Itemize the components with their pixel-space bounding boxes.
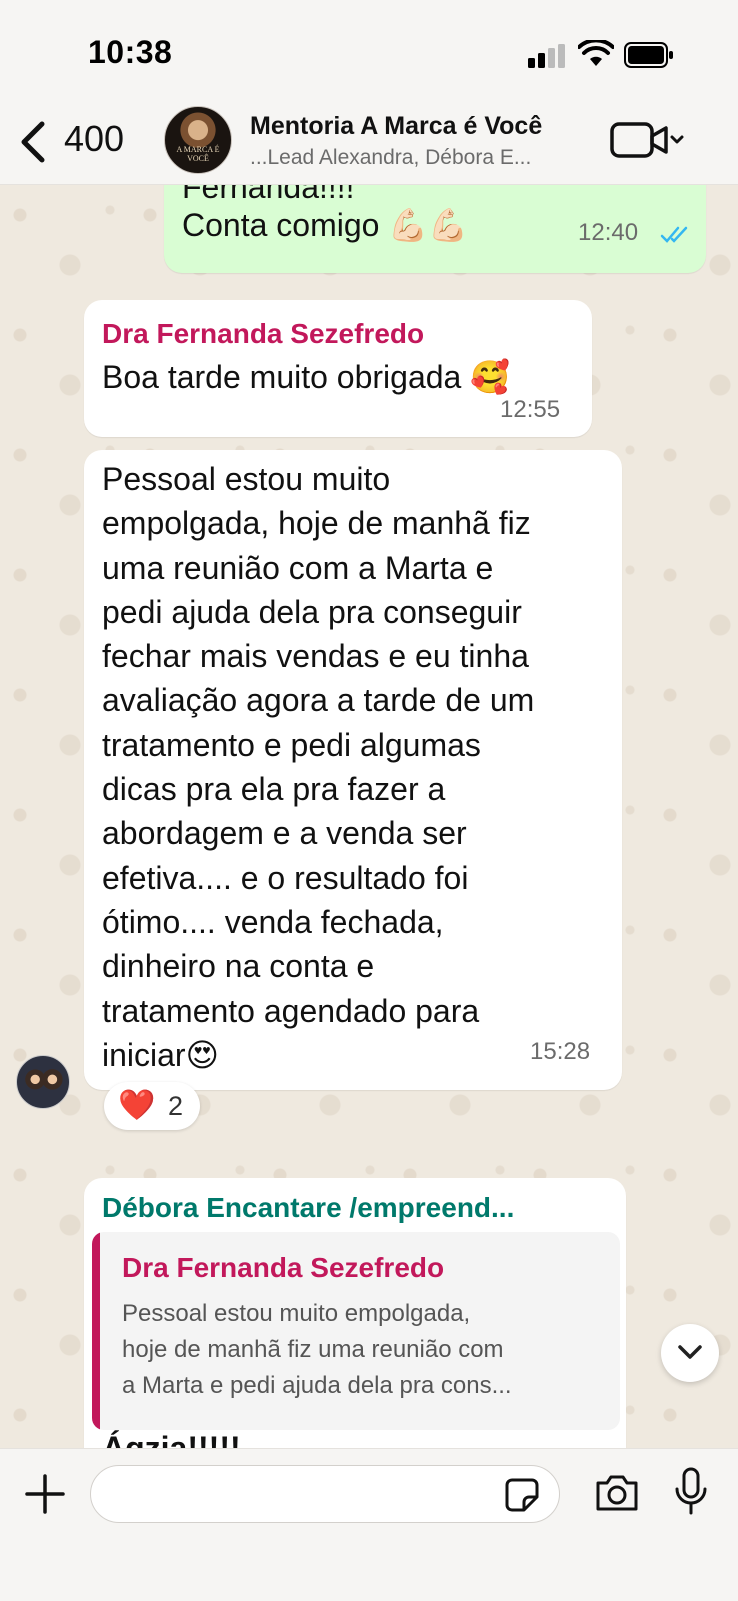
message-text-line: Pessoal estou muito [102,461,391,497]
quoted-text: Pessoal estou muito empolgada, hoje de m… [122,1296,602,1404]
quote-accent-bar [92,1232,100,1430]
chat-header: 400 A MARCA É VOCÊ Mentoria A Marca é Vo… [0,100,738,185]
quoted-text-line: Pessoal estou muito empolgada, [122,1300,471,1327]
group-title[interactable]: Mentoria A Marca é Você [250,112,542,141]
incoming-message[interactable]: Dra Fernanda Sezefredo Boa tarde muito o… [84,300,592,437]
quoted-sender: Dra Fernanda Sezefredo [122,1252,445,1283]
message-text-line: ótimo.... venda fechada, [102,903,444,940]
scroll-to-bottom-button[interactable] [661,1324,719,1382]
microphone-icon[interactable] [672,1467,710,1517]
incoming-message[interactable]: Débora Encantare /empreend... Dra Fernan… [84,1178,626,1448]
reaction-count: 2 [168,1091,184,1121]
outgoing-message[interactable]: Fernanda!!!! Conta comigo 💪🏻💪🏻 12:40 [164,185,706,273]
incoming-message[interactable]: Pessoal estou muito empolgada, hoje de m… [84,450,622,1090]
sender-avatar[interactable] [16,1055,70,1109]
message-time: 15:28 [530,1038,591,1065]
message-text-line: uma reunião com a Marta e [102,549,494,586]
plus-icon[interactable] [24,1473,66,1515]
battery-icon [624,42,673,68]
chevron-down-icon [678,1345,702,1359]
chevron-left-icon[interactable] [14,118,54,166]
quoted-text-line: hoje de manhã fiz uma reunião com [122,1336,504,1363]
group-avatar[interactable]: A MARCA É VOCÊ [164,106,232,174]
chat-messages-area[interactable]: Fernanda!!!! Conta comigo 💪🏻💪🏻 12:40 Dra… [0,185,738,1448]
status-time: 10:38 [88,34,173,70]
message-text-line: avaliação agora a tarde de um [102,682,535,719]
message-time: 12:40 [578,219,639,246]
message-text: Boa tarde muito obrigada 🥰 [102,359,511,395]
read-receipt-icon [660,226,688,243]
status-bar: 10:38 [0,0,738,100]
wifi-icon [578,40,614,66]
group-avatar-text: A MARCA É VOCÊ [176,145,220,163]
message-input[interactable] [90,1465,560,1523]
message-text-line: pedi ajuda dela pra conseguir [102,593,522,630]
message-sender[interactable]: Débora Encantare /empreend... [102,1192,514,1224]
message-text-line: tratamento agendado para [102,992,480,1029]
message-text-line: abordagem e a venda ser [102,815,467,852]
message-text-line: efetiva.... e o resultado foi [102,859,469,896]
back-unread-count[interactable]: 400 [64,118,124,160]
video-camera-icon[interactable] [610,120,686,160]
sticker-icon[interactable] [504,1477,540,1513]
message-text-partial: Ágzia!!!!! [102,1430,241,1448]
message-text-line: Conta comigo 💪🏻💪🏻 [182,207,469,243]
message-text-line: tratamento e pedi algumas [102,726,481,763]
quoted-text-line: a Marta e pedi ajuda dela pra cons... [122,1372,512,1399]
message-text: Pessoal estou muito empolgada, hoje de m… [102,457,602,1077]
message-composer [0,1448,738,1601]
message-text-line: iniciar😍 [102,1036,219,1073]
message-text-line: empolgada, hoje de manhã fiz [102,505,531,542]
cellular-signal-icon [528,44,565,68]
message-text-line: fechar mais vendas e eu tinha [102,638,529,675]
message-time: 12:55 [500,396,561,423]
camera-icon[interactable] [594,1473,640,1513]
message-text-line: dinheiro na conta e [102,948,375,985]
group-participants[interactable]: ...Lead Alexandra, Débora E... [250,146,531,170]
message-text-line: dicas pra ela pra fazer a [102,771,446,808]
heart-reaction-icon: ❤️ [118,1089,156,1122]
message-sender[interactable]: Dra Fernanda Sezefredo [102,318,424,350]
message-reaction[interactable]: ❤️ 2 [104,1082,200,1130]
quoted-message[interactable]: Dra Fernanda Sezefredo Pessoal estou mui… [92,1232,620,1430]
